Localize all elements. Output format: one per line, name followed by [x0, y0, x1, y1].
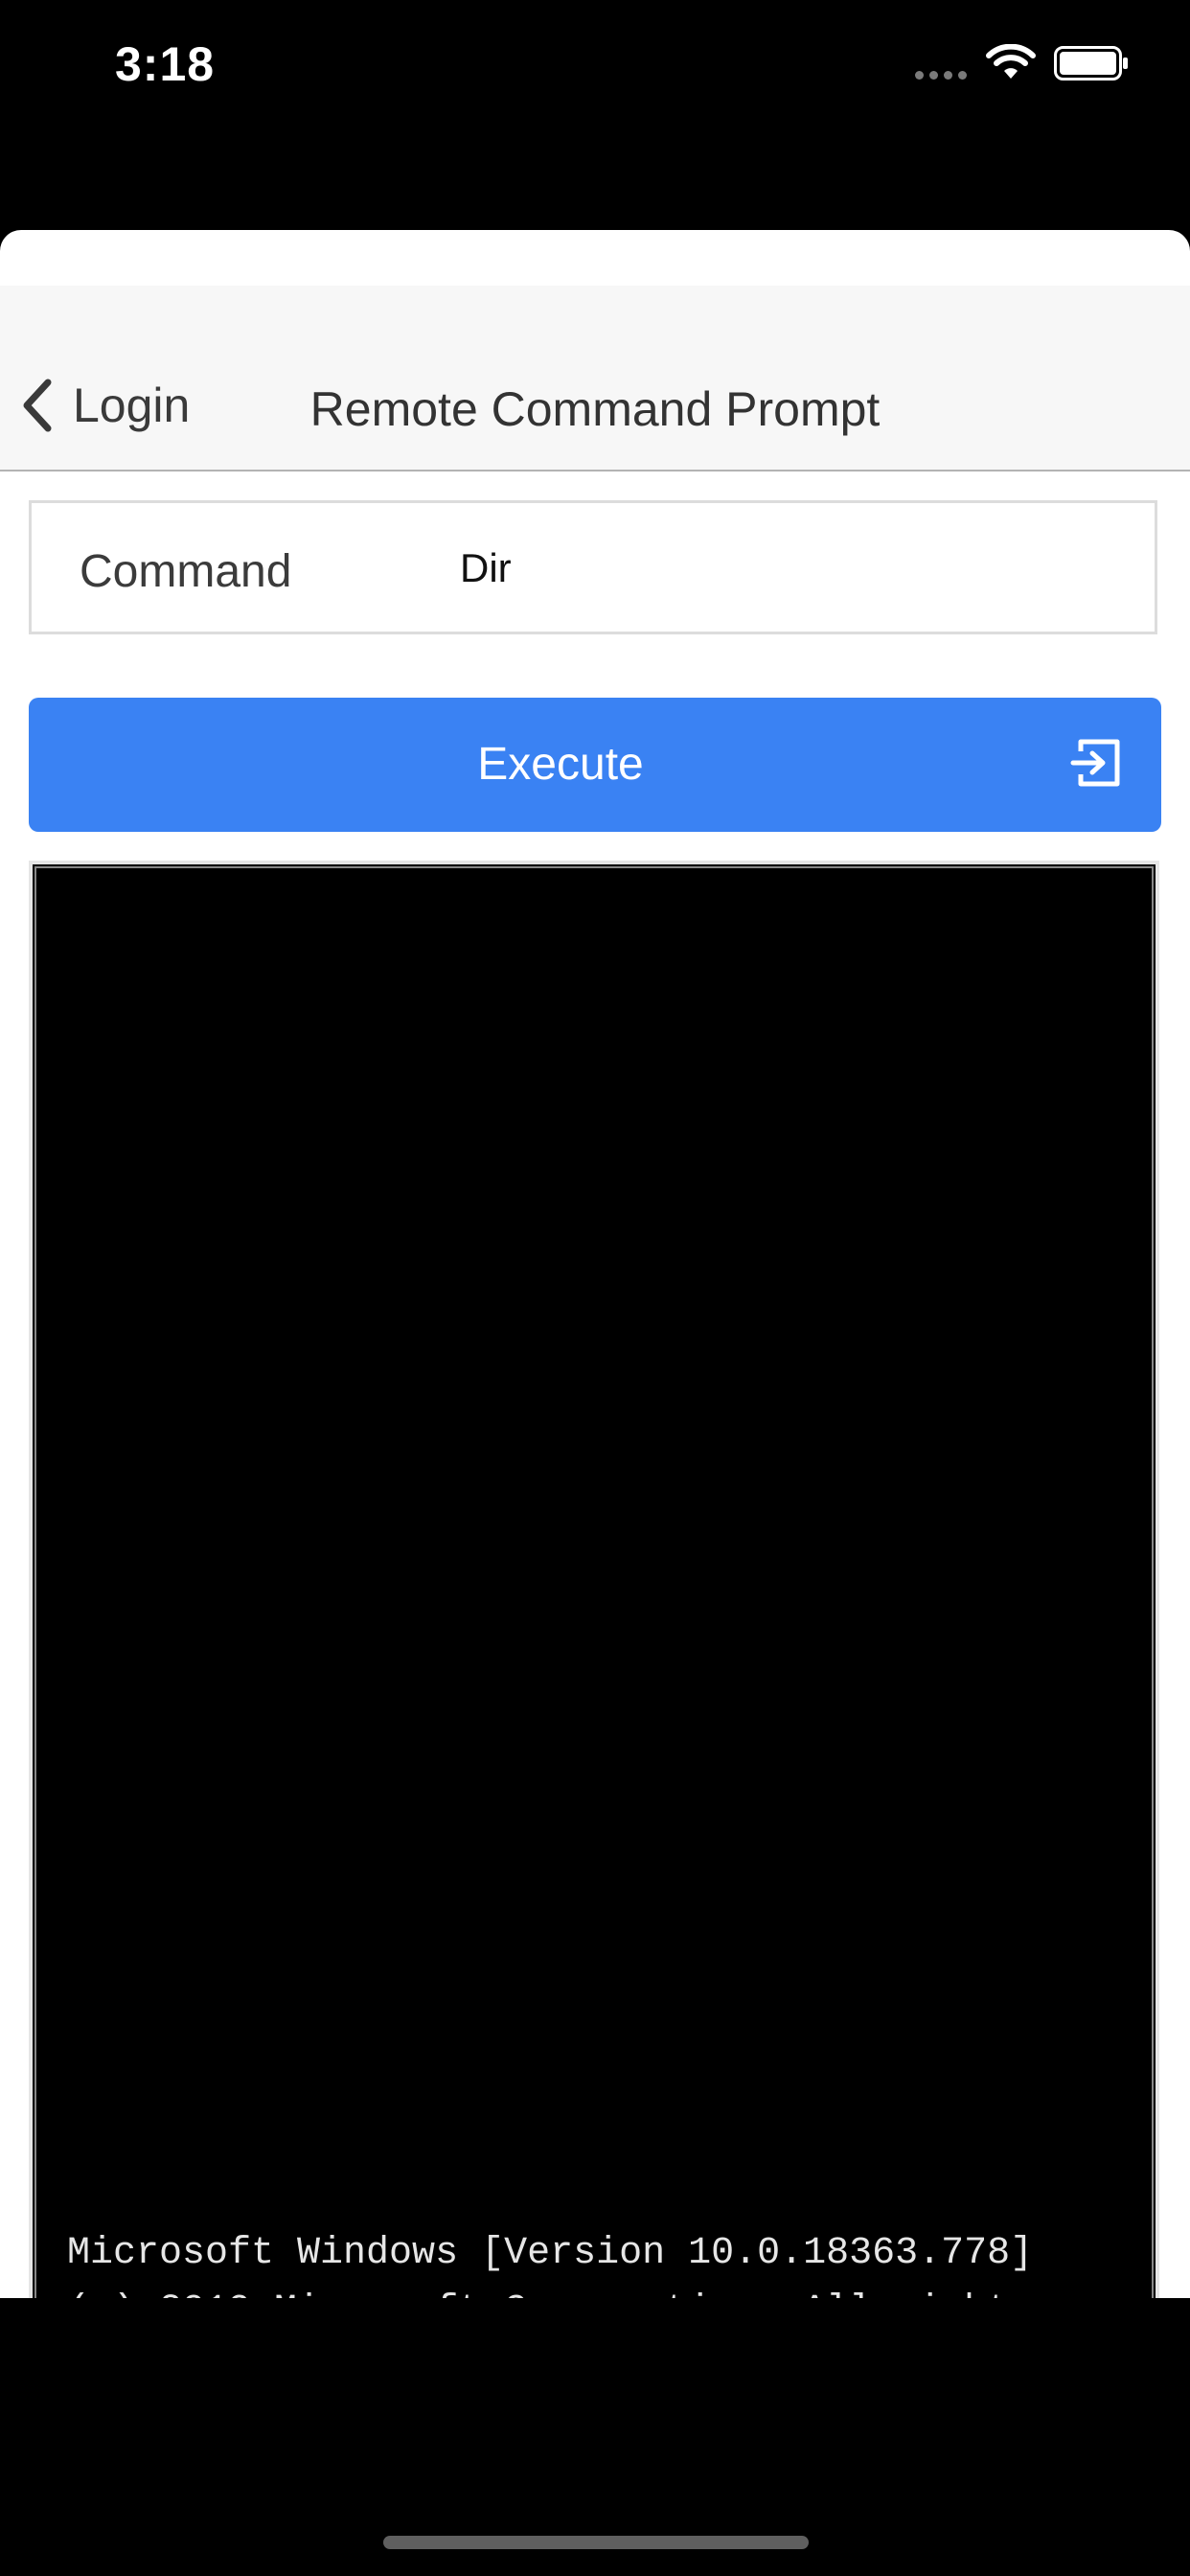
terminal-text: Microsoft Windows [Version 10.0.18363.77…: [67, 2225, 1033, 2298]
wifi-icon: [986, 44, 1036, 79]
modal-sheet: Login Remote Command Prompt Command Exec…: [0, 230, 1190, 2298]
page-title: Remote Command Prompt: [309, 382, 881, 436]
execute-label: Execute: [477, 739, 644, 790]
login-arrow-icon: [1070, 739, 1120, 787]
home-indicator: [383, 2536, 809, 2549]
status-time: 3:18: [115, 37, 216, 91]
command-label: Command: [80, 546, 292, 597]
command-input[interactable]: [458, 524, 1133, 612]
terminal-line: Microsoft Windows [Version 10.0.18363.77…: [67, 2232, 1034, 2275]
status-bar: 3:18: [0, 0, 1190, 134]
signal-dots-icon: [915, 71, 967, 80]
command-field: Command: [29, 500, 1157, 634]
battery-icon: [1054, 46, 1128, 80]
terminal-output[interactable]: Microsoft Windows [Version 10.0.18363.77…: [29, 861, 1159, 2298]
execute-button[interactable]: Execute: [29, 698, 1161, 832]
terminal-line: (c) 2019 Microsoft Corporation. All righ…: [67, 2289, 1033, 2298]
